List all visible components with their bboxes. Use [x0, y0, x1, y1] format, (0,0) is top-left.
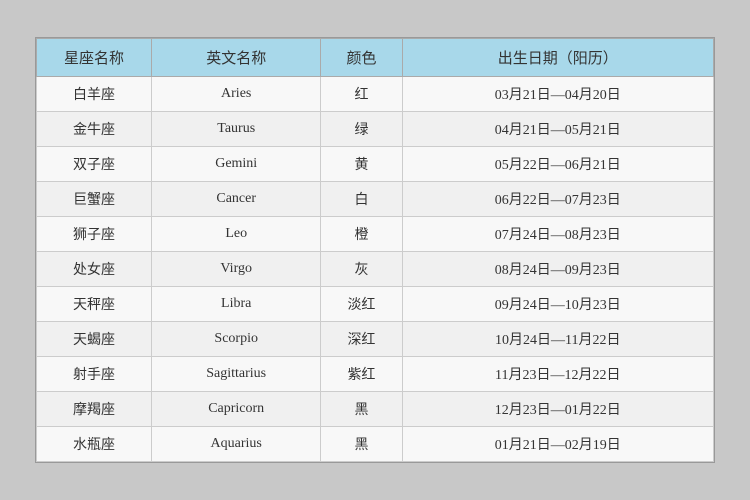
cell-chinese: 白羊座: [37, 77, 152, 112]
cell-color: 橙: [321, 217, 402, 252]
cell-color: 深红: [321, 322, 402, 357]
cell-chinese: 摩羯座: [37, 392, 152, 427]
table-row: 摩羯座Capricorn黑12月23日—01月22日: [37, 392, 714, 427]
cell-date: 08月24日—09月23日: [402, 252, 713, 287]
cell-date: 01月21日—02月19日: [402, 427, 713, 462]
cell-date: 11月23日—12月22日: [402, 357, 713, 392]
cell-chinese: 巨蟹座: [37, 182, 152, 217]
cell-color: 黑: [321, 392, 402, 427]
header-date: 出生日期（阳历）: [402, 39, 713, 77]
cell-date: 05月22日—06月21日: [402, 147, 713, 182]
cell-english: Scorpio: [152, 322, 321, 357]
cell-date: 07月24日—08月23日: [402, 217, 713, 252]
cell-english: Libra: [152, 287, 321, 322]
cell-chinese: 双子座: [37, 147, 152, 182]
cell-chinese: 射手座: [37, 357, 152, 392]
cell-english: Aries: [152, 77, 321, 112]
cell-chinese: 水瓶座: [37, 427, 152, 462]
header-english: 英文名称: [152, 39, 321, 77]
cell-chinese: 金牛座: [37, 112, 152, 147]
cell-chinese: 狮子座: [37, 217, 152, 252]
cell-color: 紫红: [321, 357, 402, 392]
cell-english: Sagittarius: [152, 357, 321, 392]
table-row: 白羊座Aries红03月21日—04月20日: [37, 77, 714, 112]
table-row: 巨蟹座Cancer白06月22日—07月23日: [37, 182, 714, 217]
cell-english: Capricorn: [152, 392, 321, 427]
cell-color: 灰: [321, 252, 402, 287]
table-row: 射手座Sagittarius紫红11月23日—12月22日: [37, 357, 714, 392]
cell-english: Gemini: [152, 147, 321, 182]
cell-color: 红: [321, 77, 402, 112]
table-header-row: 星座名称 英文名称 颜色 出生日期（阳历）: [37, 39, 714, 77]
cell-color: 淡红: [321, 287, 402, 322]
table-row: 水瓶座Aquarius黑01月21日—02月19日: [37, 427, 714, 462]
cell-chinese: 天秤座: [37, 287, 152, 322]
table-row: 双子座Gemini黄05月22日—06月21日: [37, 147, 714, 182]
cell-chinese: 天蝎座: [37, 322, 152, 357]
cell-english: Cancer: [152, 182, 321, 217]
cell-date: 06月22日—07月23日: [402, 182, 713, 217]
cell-english: Leo: [152, 217, 321, 252]
cell-date: 12月23日—01月22日: [402, 392, 713, 427]
cell-color: 黑: [321, 427, 402, 462]
table-row: 金牛座Taurus绿04月21日—05月21日: [37, 112, 714, 147]
zodiac-table: 星座名称 英文名称 颜色 出生日期（阳历） 白羊座Aries红03月21日—04…: [36, 38, 714, 462]
cell-chinese: 处女座: [37, 252, 152, 287]
table-row: 天秤座Libra淡红09月24日—10月23日: [37, 287, 714, 322]
header-chinese: 星座名称: [37, 39, 152, 77]
cell-english: Virgo: [152, 252, 321, 287]
cell-color: 白: [321, 182, 402, 217]
cell-date: 03月21日—04月20日: [402, 77, 713, 112]
zodiac-table-container: 星座名称 英文名称 颜色 出生日期（阳历） 白羊座Aries红03月21日—04…: [35, 37, 715, 463]
table-row: 狮子座Leo橙07月24日—08月23日: [37, 217, 714, 252]
cell-date: 04月21日—05月21日: [402, 112, 713, 147]
table-row: 天蝎座Scorpio深红10月24日—11月22日: [37, 322, 714, 357]
cell-date: 10月24日—11月22日: [402, 322, 713, 357]
table-row: 处女座Virgo灰08月24日—09月23日: [37, 252, 714, 287]
cell-date: 09月24日—10月23日: [402, 287, 713, 322]
cell-english: Aquarius: [152, 427, 321, 462]
cell-color: 绿: [321, 112, 402, 147]
cell-english: Taurus: [152, 112, 321, 147]
cell-color: 黄: [321, 147, 402, 182]
header-color: 颜色: [321, 39, 402, 77]
